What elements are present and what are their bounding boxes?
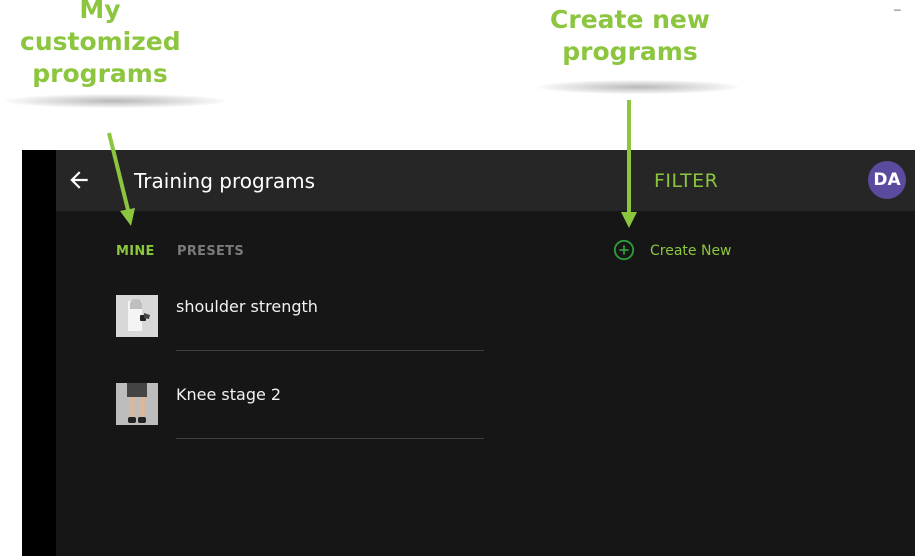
back-button[interactable] <box>66 167 92 193</box>
create-new-label: Create New <box>650 243 732 259</box>
shoulder-exercise-thumbnail <box>116 295 158 337</box>
app-bar: Training programs FILTER DA <box>56 150 915 211</box>
plus-circle-icon <box>613 239 635 261</box>
filter-button[interactable]: FILTER <box>654 170 718 192</box>
arrow-left-icon <box>70 171 88 189</box>
tab-presets[interactable]: PRESETS <box>177 244 244 259</box>
program-name: shoulder strength <box>176 297 318 316</box>
corner-mark: – <box>894 2 901 16</box>
knee-exercise-thumbnail <box>116 383 158 425</box>
page-title: Training programs <box>134 169 316 193</box>
create-callout: Create new programs <box>550 5 710 66</box>
app-content: Training programs FILTER DA MINE PRESETS… <box>56 150 915 556</box>
list-divider <box>176 350 484 351</box>
app-window: Training programs FILTER DA MINE PRESETS… <box>22 150 915 556</box>
program-item-shoulder-strength[interactable]: shoulder strength <box>116 295 486 365</box>
tab-mine[interactable]: MINE <box>116 244 155 259</box>
program-item-knee-stage-2[interactable]: Knee stage 2 <box>116 383 486 453</box>
create-callout-shadow <box>538 80 738 94</box>
list-divider <box>176 438 484 439</box>
mine-callout: My customized programs <box>20 0 181 88</box>
avatar[interactable]: DA <box>868 161 906 199</box>
program-name: Knee stage 2 <box>176 385 282 404</box>
mine-callout-shadow <box>5 94 225 108</box>
